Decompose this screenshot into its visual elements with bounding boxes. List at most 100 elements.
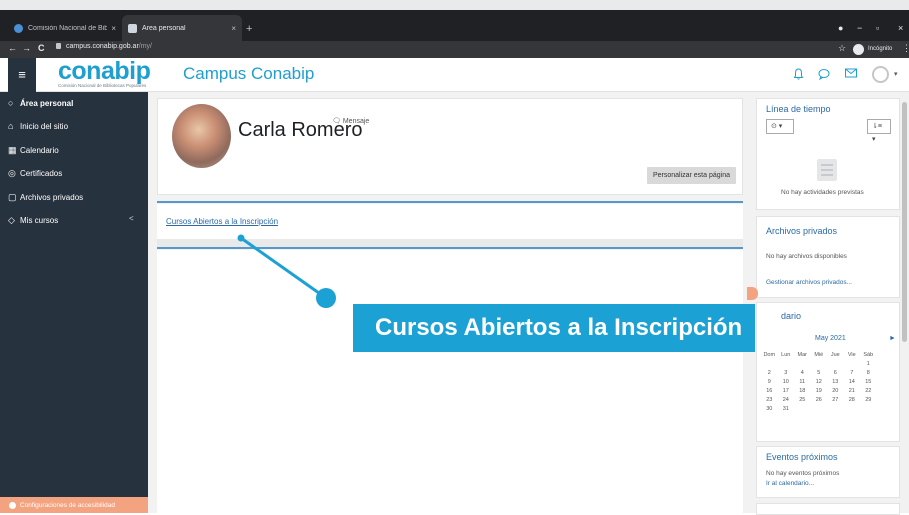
restore-button[interactable]: ▫ (876, 23, 879, 33)
private-files-block: Archivos privados No hay archivos dispon… (756, 216, 900, 298)
calendar-weekdays: Dom Lun Mar Mié Jue Vie Sáb (761, 350, 877, 359)
calendar-day[interactable]: 15 (860, 377, 877, 386)
calendar-day (844, 359, 861, 368)
profile-header-card: Carla Romero 🗨 Mensaje Personalizar esta… (157, 98, 743, 195)
profile-dot-icon[interactable]: ● (838, 23, 843, 33)
page-scrollbar[interactable] (900, 92, 909, 513)
calendar-day[interactable]: 10 (778, 377, 795, 386)
profile-picture[interactable] (172, 104, 231, 168)
calendar-day[interactable]: 29 (860, 395, 877, 404)
open-courses-link[interactable]: Cursos Abiertos a la Inscripción (166, 217, 278, 226)
url-field[interactable]: campus.conabip.gob.ar/my/ (56, 43, 152, 50)
tab-close-icon[interactable]: × (231, 24, 236, 33)
sidebar-item-calendario[interactable]: ▦ Calendario (8, 142, 59, 158)
scrollbar-thumb[interactable] (902, 102, 907, 342)
weekday-label: Lun (781, 351, 791, 358)
calendar-day[interactable]: 23 (761, 395, 778, 404)
dashboard-icon: ○ (8, 98, 14, 108)
calendar-day[interactable]: 22 (860, 386, 877, 395)
sidebar-item-certificados[interactable]: ◎ Certificados (8, 165, 62, 181)
certificate-icon: ◎ (8, 167, 16, 178)
sidebar-item-area-personal[interactable]: ○ Área personal (8, 95, 73, 111)
chat-icon[interactable] (818, 68, 830, 83)
reload-button[interactable]: C (38, 43, 45, 53)
calendar-day[interactable]: 13 (827, 377, 844, 386)
incognito-indicator[interactable]: Incógnito (853, 42, 892, 56)
calendar-day[interactable]: 24 (778, 395, 795, 404)
calendar-day[interactable]: 26 (811, 395, 828, 404)
calendar-day[interactable]: 1 (860, 359, 877, 368)
chevron-left-icon[interactable]: < (129, 214, 134, 223)
calendar-day (827, 359, 844, 368)
url-path: /my/ (138, 43, 153, 50)
block-drawer-toggle[interactable] (747, 287, 758, 300)
browser-tab-area-personal[interactable]: Área personal × (122, 15, 242, 41)
message-button[interactable]: 🗨 Mensaje (332, 117, 369, 125)
sidebar-item-inicio[interactable]: ⌂ Inicio del sitio (8, 118, 68, 134)
sidebar-item-mis-cursos[interactable]: ◇ Mis cursos (8, 212, 58, 228)
site-name[interactable]: Campus Conabip (183, 64, 314, 84)
new-tab-button[interactable]: + (246, 23, 252, 35)
hamburger-menu-icon[interactable]: ≡ (8, 58, 36, 92)
go-to-calendar-link[interactable]: Ir al calendario... (766, 480, 814, 487)
user-avatar-icon[interactable] (872, 66, 889, 83)
incognito-label: Incógnito (868, 46, 893, 52)
calendar-day[interactable]: 31 (778, 404, 795, 413)
calendar-day[interactable]: 2 (761, 368, 778, 377)
weekday-label: Jue (830, 351, 840, 358)
calendar-day[interactable]: 9 (761, 377, 778, 386)
calendar-next-icon[interactable]: ► (889, 335, 896, 342)
calendar-day[interactable]: 7 (844, 368, 861, 377)
calendar-day[interactable]: 30 (761, 404, 778, 413)
logo-subtitle: Comisión Nacional de Bibliotecas Popular… (58, 83, 147, 88)
forward-button[interactable]: → (22, 43, 31, 53)
accessibility-label: Configuraciones de accesibilidad (20, 501, 116, 509)
calendar-day[interactable]: 4 (794, 368, 811, 377)
mail-icon[interactable] (845, 68, 857, 81)
tab-close-icon[interactable]: × (111, 24, 116, 33)
browser-tab-bar: Comisión Nacional de Bibliotec... × Área… (0, 10, 909, 41)
calendar-day[interactable]: 27 (827, 395, 844, 404)
moodle-favicon-icon (128, 23, 137, 33)
calendar-day[interactable]: 3 (778, 368, 795, 377)
accessibility-settings-button[interactable]: Configuraciones de accesibilidad (0, 497, 148, 513)
calendar-day[interactable]: 6 (827, 368, 844, 377)
sidebar-item-archivos[interactable]: ▢ Archivos privados (8, 189, 83, 205)
calendar-day[interactable]: 28 (844, 395, 861, 404)
user-menu-caret-icon[interactable]: ▾ (894, 70, 898, 78)
sidebar-item-label: Certificados (20, 168, 63, 178)
calendar-day[interactable]: 11 (794, 377, 811, 386)
calendar-day[interactable]: 20 (827, 386, 844, 395)
conabip-logo[interactable]: conabip Comisión Nacional de Bibliotecas… (58, 59, 178, 91)
calendar-day[interactable]: 18 (794, 386, 811, 395)
weekday-label: Dom (763, 351, 776, 358)
calendar-day[interactable]: 21 (844, 386, 861, 395)
calendar-day[interactable]: 17 (778, 386, 795, 395)
bell-icon[interactable] (793, 68, 804, 83)
calendar-day[interactable]: 5 (811, 368, 828, 377)
customise-page-button[interactable]: Personalizar esta página (646, 167, 736, 184)
screen-top-strip (0, 0, 909, 10)
calendar-day[interactable]: 12 (811, 377, 828, 386)
calendar-day[interactable]: 25 (794, 395, 811, 404)
private-files-empty-text: No hay archivos disponibles (766, 253, 847, 260)
calendar-day[interactable]: 19 (811, 386, 828, 395)
files-icon: ▢ (8, 191, 17, 202)
graduation-cap-icon: ◇ (8, 214, 15, 225)
calendar-day[interactable]: 16 (761, 386, 778, 395)
timeline-filter-select[interactable]: ⊙ ▾ (766, 119, 794, 134)
browser-menu-icon[interactable]: ⋮ (902, 43, 909, 54)
calendar-day[interactable]: 8 (860, 368, 877, 377)
close-window-button[interactable]: × (898, 23, 903, 33)
browser-tab-conabip[interactable]: Comisión Nacional de Bibliotec... × (8, 15, 122, 41)
bookmark-star-icon[interactable]: ☆ (838, 43, 846, 54)
calendar-day[interactable]: 14 (844, 377, 861, 386)
back-button[interactable]: ← (8, 43, 17, 53)
calendar-title: dario (781, 311, 802, 321)
minimize-button[interactable]: − (857, 23, 862, 33)
manage-private-files-link[interactable]: Gestionar archivos privados... (766, 279, 852, 286)
sidebar-item-label: Mis cursos (20, 215, 59, 225)
timeline-sort-select[interactable]: ⇂≡ ▾ (867, 119, 891, 143)
url-host: campus.conabip.gob.ar (66, 43, 139, 50)
upcoming-empty-text: No hay eventos próximos (766, 470, 840, 477)
